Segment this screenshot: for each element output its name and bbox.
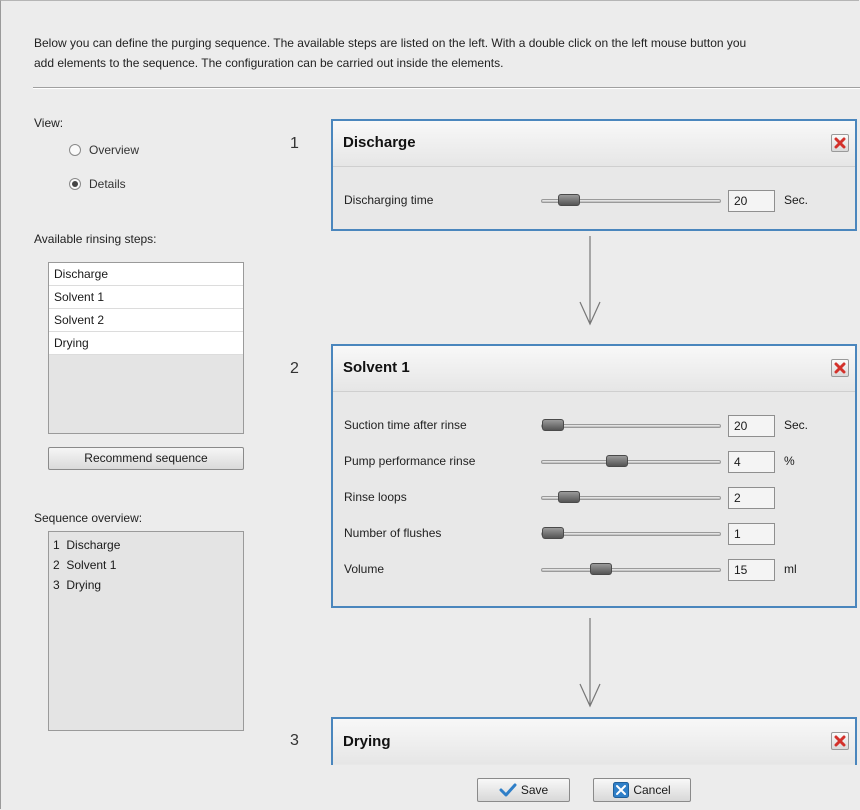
- param-row: Volume 15 ml: [344, 558, 834, 582]
- remove-step-button[interactable]: [831, 359, 849, 377]
- step-number: 2: [290, 360, 299, 377]
- card-title: Solvent 1: [343, 359, 410, 376]
- param-value-input[interactable]: 20: [728, 415, 775, 437]
- param-value-input[interactable]: 1: [728, 523, 775, 545]
- intro-text: Below you can define the purging sequenc…: [34, 33, 856, 73]
- sequence-item-num: 3: [53, 578, 60, 592]
- list-item[interactable]: Solvent 2: [49, 309, 243, 332]
- save-label: Save: [520, 783, 549, 797]
- checkmark-icon: [499, 783, 517, 797]
- radio-details-label: Details: [89, 177, 126, 191]
- sequence-overview-list[interactable]: 1 Discharge 2 Solvent 1 3 Drying: [48, 531, 244, 731]
- slider-thumb[interactable]: [541, 419, 564, 431]
- sequence-item-num: 1: [53, 538, 60, 552]
- param-unit: ml: [784, 562, 797, 576]
- param-row: Discharging time 20 Sec.: [344, 189, 834, 213]
- available-steps-list[interactable]: Discharge Solvent 1 Solvent 2 Drying: [48, 262, 244, 434]
- card-header: Drying: [333, 719, 855, 764]
- card-header: Discharge: [333, 121, 855, 167]
- intro-line-2: add elements to the sequence. The config…: [34, 56, 504, 70]
- step-card-discharge[interactable]: Discharge Discharging time 20 Sec.: [331, 119, 857, 231]
- radio-details-dot: [69, 178, 81, 190]
- radio-details[interactable]: Details: [69, 177, 126, 191]
- param-unit: Sec.: [784, 418, 809, 432]
- slider-thumb[interactable]: [557, 194, 580, 206]
- card-header: Solvent 1: [333, 346, 855, 392]
- param-value-input[interactable]: 2: [728, 487, 775, 509]
- sequence-item-name: Solvent 1: [66, 558, 117, 572]
- radio-overview[interactable]: Overview: [69, 143, 139, 157]
- close-icon: [834, 735, 846, 747]
- param-slider[interactable]: [541, 527, 721, 539]
- intro-line-1: Below you can define the purging sequenc…: [34, 36, 747, 50]
- radio-overview-dot: [69, 144, 81, 156]
- param-label: Number of flushes: [344, 526, 442, 540]
- sequence-item[interactable]: 3 Drying: [49, 575, 243, 595]
- flow-arrow-icon: [579, 618, 601, 708]
- remove-step-button[interactable]: [831, 134, 849, 152]
- param-slider[interactable]: [541, 563, 721, 575]
- sequence-item[interactable]: 2 Solvent 1: [49, 555, 243, 575]
- cancel-button[interactable]: Cancel: [593, 778, 691, 802]
- param-row: Rinse loops 2: [344, 486, 834, 510]
- param-label: Pump performance rinse: [344, 454, 476, 468]
- param-slider[interactable]: [541, 419, 721, 431]
- sequence-item-num: 2: [53, 558, 60, 572]
- card-title: Discharge: [343, 134, 416, 151]
- param-value-input[interactable]: 4: [728, 451, 775, 473]
- param-label: Discharging time: [344, 193, 434, 207]
- step-card-drying[interactable]: Drying: [331, 717, 857, 765]
- close-icon: [834, 362, 846, 374]
- param-row: Suction time after rinse 20 Sec.: [344, 414, 834, 438]
- list-item[interactable]: Drying: [49, 332, 243, 355]
- recommend-sequence-button[interactable]: Recommend sequence: [48, 447, 244, 470]
- card-title: Drying: [343, 733, 391, 750]
- param-row: Pump performance rinse 4 %: [344, 450, 834, 474]
- step-number: 1: [290, 135, 299, 152]
- step-card-solvent-1[interactable]: Solvent 1 Suction time after rinse 20 Se…: [331, 344, 857, 608]
- param-label: Volume: [344, 562, 385, 576]
- sequence-item[interactable]: 1 Discharge: [49, 535, 243, 555]
- slider-thumb[interactable]: [557, 491, 580, 503]
- save-button[interactable]: Save: [477, 778, 570, 802]
- slider-thumb[interactable]: [589, 563, 612, 575]
- param-slider[interactable]: [541, 455, 721, 467]
- cancel-label: Cancel: [633, 783, 671, 797]
- list-item[interactable]: Discharge: [49, 263, 243, 286]
- divider: [33, 87, 860, 88]
- close-icon: [834, 137, 846, 149]
- available-steps-label: Available rinsing steps:: [34, 232, 157, 246]
- param-value-input[interactable]: 15: [728, 559, 775, 581]
- view-label: View:: [34, 116, 64, 130]
- param-label: Suction time after rinse: [344, 418, 467, 432]
- sequence-item-name: Discharge: [66, 538, 121, 552]
- param-unit: Sec.: [784, 193, 809, 207]
- param-slider[interactable]: [541, 491, 721, 503]
- param-row: Number of flushes 1: [344, 522, 834, 546]
- sequence-item-name: Drying: [66, 578, 102, 592]
- cancel-x-icon: [613, 782, 630, 798]
- remove-step-button[interactable]: [831, 732, 849, 750]
- param-label: Rinse loops: [344, 490, 407, 504]
- slider-thumb[interactable]: [605, 455, 628, 467]
- slider-thumb[interactable]: [541, 527, 564, 539]
- radio-overview-label: Overview: [89, 143, 140, 157]
- list-item[interactable]: Solvent 1: [49, 286, 243, 309]
- param-unit: %: [784, 454, 795, 468]
- param-slider[interactable]: [541, 194, 721, 206]
- step-number: 3: [290, 732, 299, 749]
- sequence-overview-label: Sequence overview:: [34, 511, 143, 525]
- flow-arrow-icon: [579, 236, 601, 326]
- param-value-input[interactable]: 20: [728, 190, 775, 212]
